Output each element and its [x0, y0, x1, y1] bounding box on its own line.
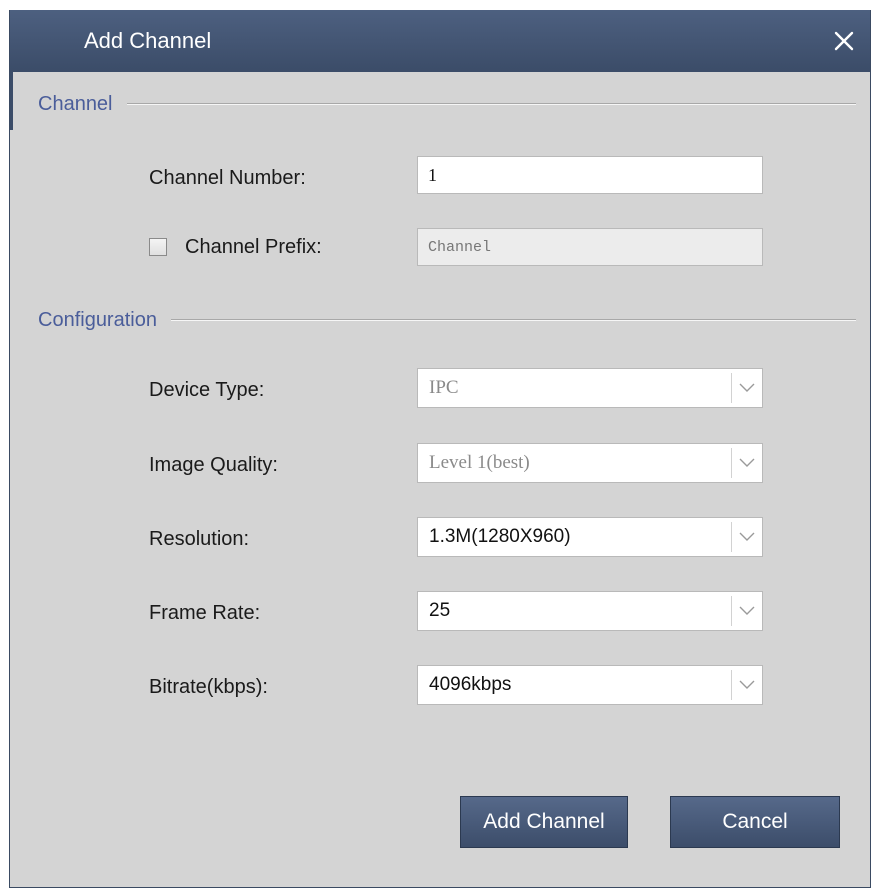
channel-prefix-checkbox[interactable]: [149, 238, 167, 256]
select-divider: [731, 670, 732, 700]
bitrate-value: 4096kbps: [429, 674, 512, 695]
section-divider: [170, 319, 856, 321]
chevron-down-icon: [738, 678, 756, 692]
select-divider: [731, 596, 732, 626]
channel-number-input[interactable]: [417, 156, 763, 194]
image-quality-label: Image Quality:: [149, 454, 278, 476]
resolution-select[interactable]: 1.3M(1280X960): [417, 517, 763, 557]
title-bar[interactable]: Add Channel: [10, 10, 870, 72]
frame-rate-value: 25: [429, 600, 451, 621]
chevron-down-icon: [738, 381, 756, 395]
channel-section-header: Channel: [38, 92, 856, 116]
bitrate-select[interactable]: 4096kbps: [417, 665, 763, 705]
device-type-value: IPC: [429, 377, 459, 398]
chevron-down-icon: [738, 604, 756, 618]
channel-prefix-input[interactable]: [417, 228, 763, 266]
device-type-select[interactable]: IPC: [417, 368, 763, 408]
frame-rate-select[interactable]: 25: [417, 591, 763, 631]
channel-prefix-label: Channel Prefix:: [185, 236, 322, 258]
select-divider: [731, 373, 732, 403]
window-edge: [10, 72, 13, 130]
section-label-channel: Channel: [38, 92, 113, 115]
select-divider: [731, 448, 732, 478]
frame-rate-label: Frame Rate:: [149, 602, 261, 624]
section-label-configuration: Configuration: [38, 308, 157, 331]
dialog-title: Add Channel: [84, 28, 212, 53]
resolution-label: Resolution:: [149, 528, 250, 550]
section-divider: [126, 103, 856, 105]
image-quality-value: Level 1(best): [429, 452, 530, 473]
resolution-value: 1.3M(1280X960): [429, 526, 571, 547]
add-channel-dialog: Add Channel Channel Channel Number: Chan…: [9, 10, 871, 888]
configuration-section-header: Configuration: [38, 308, 856, 332]
bitrate-label: Bitrate(kbps):: [149, 676, 268, 698]
cancel-button[interactable]: Cancel: [670, 796, 840, 848]
channel-number-label: Channel Number:: [149, 167, 306, 189]
close-icon[interactable]: [830, 27, 858, 55]
chevron-down-icon: [738, 530, 756, 544]
chevron-down-icon: [738, 456, 756, 470]
device-type-label: Device Type:: [149, 379, 265, 401]
image-quality-select[interactable]: Level 1(best): [417, 443, 763, 483]
select-divider: [731, 522, 732, 552]
add-channel-button[interactable]: Add Channel: [460, 796, 628, 848]
